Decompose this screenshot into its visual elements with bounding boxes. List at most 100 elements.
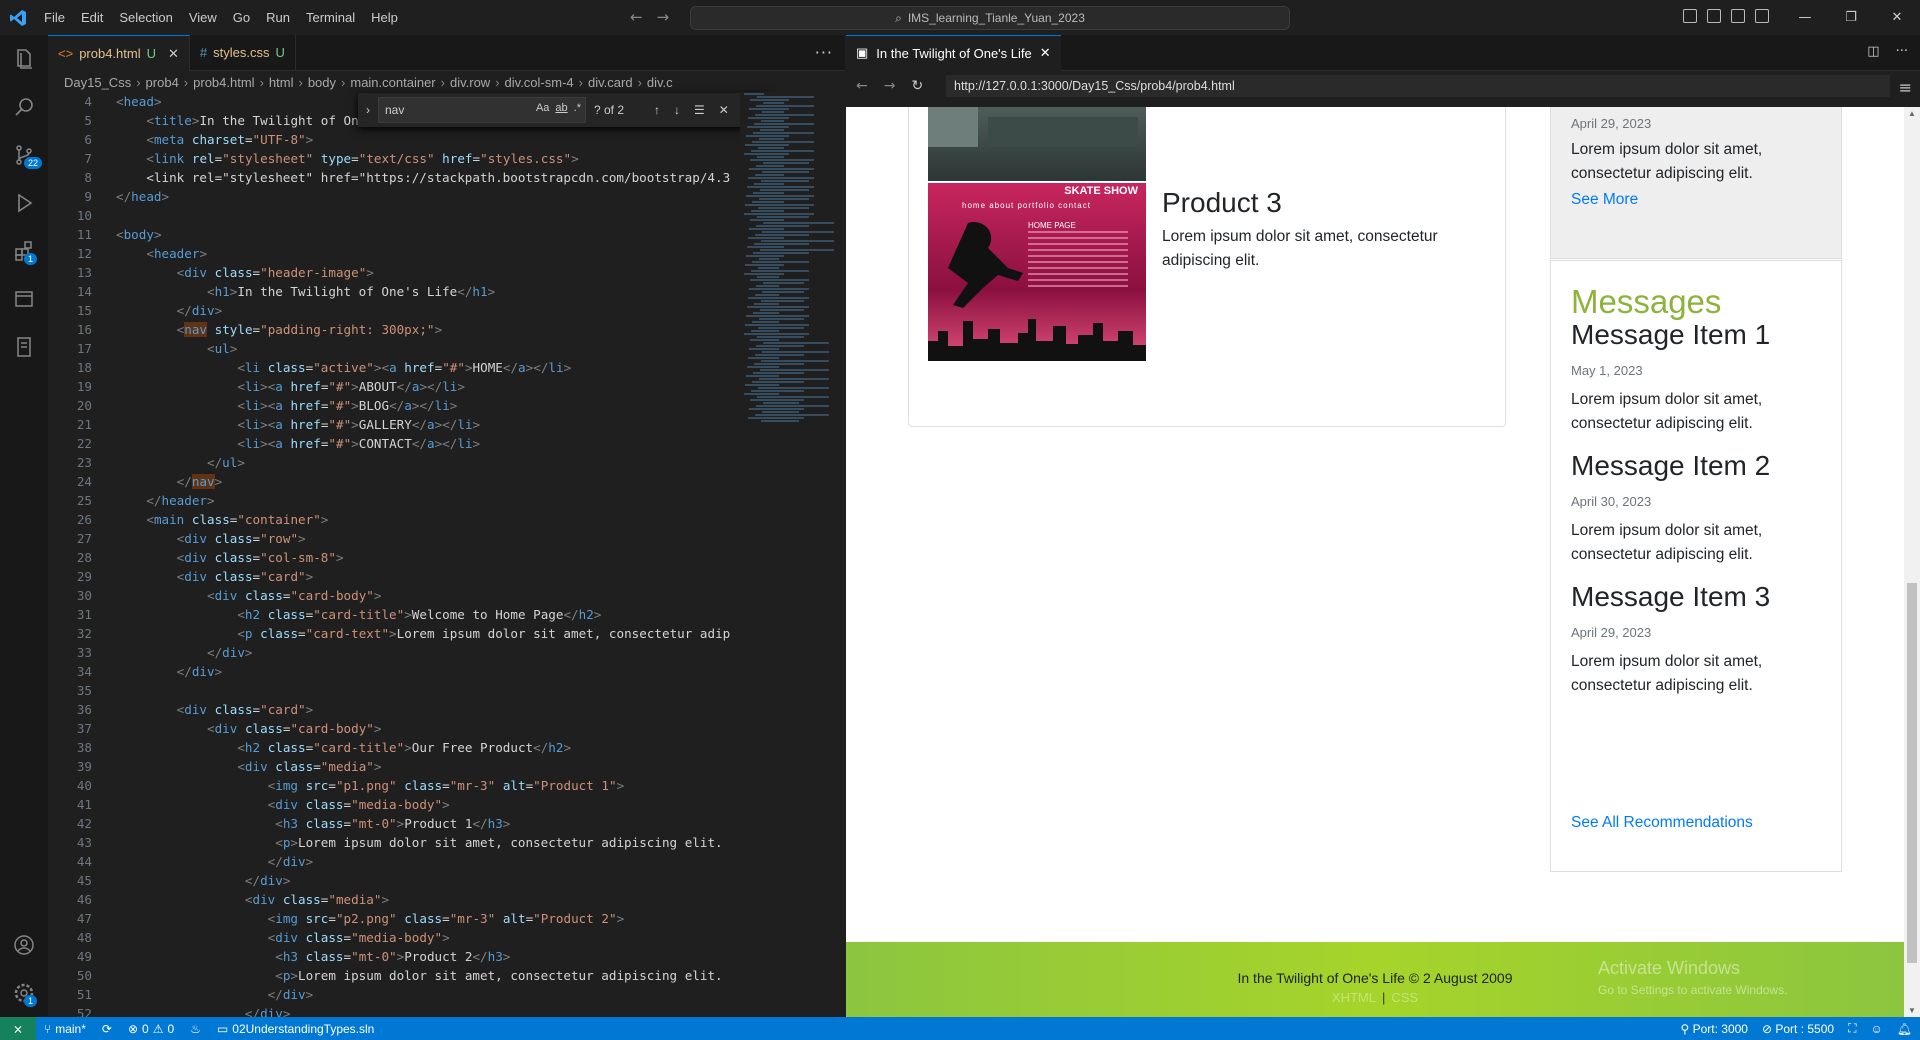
browser-menu-icon[interactable]: ≡ bbox=[1899, 78, 1912, 97]
code-line[interactable]: 52 </div> bbox=[48, 1004, 740, 1017]
code-line[interactable]: 46 <div class="media"> bbox=[48, 890, 740, 909]
menu-edit[interactable]: Edit bbox=[73, 10, 111, 25]
toggle-primary-sidebar-icon[interactable] bbox=[1683, 9, 1697, 23]
see-more-link[interactable]: See More bbox=[1571, 191, 1638, 209]
scroll-down-icon[interactable]: ▼ bbox=[1908, 1006, 1916, 1015]
more-actions-icon[interactable]: ··· bbox=[815, 43, 833, 62]
accounts-icon[interactable] bbox=[0, 921, 48, 969]
close-icon[interactable]: ✕ bbox=[1874, 0, 1920, 35]
code-line[interactable]: 43 <p>Lorem ipsum dolor sit amet, consec… bbox=[48, 833, 740, 852]
code-line[interactable]: 11 <body> bbox=[48, 225, 740, 244]
extensions-icon[interactable]: 1 bbox=[0, 227, 48, 275]
code-line[interactable]: 37 <div class="card-body"> bbox=[48, 719, 740, 738]
split-editor-icon[interactable]: ◫ bbox=[1867, 44, 1879, 59]
minimize-icon[interactable]: — bbox=[1782, 0, 1828, 35]
code-line[interactable]: 41 <div class="media-body"> bbox=[48, 795, 740, 814]
explorer-icon[interactable] bbox=[0, 35, 48, 83]
restore-icon[interactable]: ❐ bbox=[1828, 0, 1874, 35]
code-line[interactable]: 12 <header> bbox=[48, 244, 740, 263]
address-input[interactable]: http://127.0.0.1:3000/Day15_Css/prob4/pr… bbox=[946, 75, 1890, 97]
code-line[interactable]: 15 </div> bbox=[48, 301, 740, 320]
close-find-icon[interactable]: ✕ bbox=[719, 103, 729, 117]
notifications-bell-icon[interactable]: 🔔︎ bbox=[1897, 1022, 1912, 1036]
reload-icon[interactable]: ↻ bbox=[911, 78, 923, 94]
feedback-icon[interactable]: ☺ bbox=[1871, 1022, 1883, 1036]
code-line[interactable]: 18 <li class="active"><a href="#">HOME</… bbox=[48, 358, 740, 377]
xhtml-link[interactable]: XHTML bbox=[1332, 990, 1376, 1005]
scrollbar-thumb[interactable] bbox=[1907, 583, 1917, 963]
menu-view[interactable]: View bbox=[181, 10, 225, 25]
code-line[interactable]: 32 <p class="card-text">Lorem ipsum dolo… bbox=[48, 624, 740, 643]
breadcrumb-item[interactable]: div.card bbox=[588, 75, 633, 90]
copilot-icon[interactable]: ⛶ bbox=[1848, 1021, 1856, 1036]
code-line[interactable]: 38 <h2 class="card-title">Our Free Produ… bbox=[48, 738, 740, 757]
code-line[interactable]: 21 <li><a href="#">GALLERY</a></li> bbox=[48, 415, 740, 434]
remote-indicator-icon[interactable]: ⨯ bbox=[0, 1017, 36, 1040]
css-link[interactable]: CSS bbox=[1391, 990, 1418, 1005]
breadcrumb-item[interactable]: div.row bbox=[450, 75, 490, 90]
menu-terminal[interactable]: Terminal bbox=[298, 10, 363, 25]
notebook-icon[interactable] bbox=[0, 323, 48, 371]
browser-back-icon[interactable]: ← bbox=[856, 78, 868, 94]
breadcrumb-item[interactable]: Day15_Css bbox=[64, 75, 131, 90]
toggle-panel-icon[interactable] bbox=[1707, 9, 1721, 23]
close-preview-tab-icon[interactable]: ✕ bbox=[1040, 45, 1051, 61]
code-line[interactable]: 13 <div class="header-image"> bbox=[48, 263, 740, 282]
code-line[interactable]: 35 bbox=[48, 681, 740, 700]
back-arrow-icon[interactable]: ← bbox=[630, 8, 643, 26]
more-actions-icon[interactable]: ··· bbox=[1896, 44, 1908, 59]
port-5500-indicator[interactable]: ⊘ Port : 5500 bbox=[1762, 1022, 1834, 1036]
settings-gear-icon[interactable]: 1 bbox=[0, 969, 48, 1017]
code-line[interactable]: 25 </header> bbox=[48, 491, 740, 510]
menu-help[interactable]: Help bbox=[363, 10, 406, 25]
code-line[interactable]: 39 <div class="media"> bbox=[48, 757, 740, 776]
see-all-recommendations-link[interactable]: See All Recommendations bbox=[1571, 814, 1753, 832]
code-line[interactable]: 27 <div class="row"> bbox=[48, 529, 740, 548]
menu-go[interactable]: Go bbox=[225, 10, 258, 25]
code-line[interactable]: 47 <img src="p2.png" class="mr-3" alt="P… bbox=[48, 909, 740, 928]
code-line[interactable]: 10 bbox=[48, 206, 740, 225]
tab-preview[interactable]: ▣ In the Twilight of One's Life ✕ bbox=[846, 34, 1061, 71]
breadcrumb-item[interactable]: body bbox=[308, 75, 336, 90]
code-line[interactable]: 19 <li><a href="#">ABOUT</a></li> bbox=[48, 377, 740, 396]
menu-selection[interactable]: Selection bbox=[111, 10, 180, 25]
breadcrumb-item[interactable]: prob4.html bbox=[193, 75, 254, 90]
menu-file[interactable]: File bbox=[36, 10, 73, 25]
code-line[interactable]: 40 <img src="p1.png" class="mr-3" alt="P… bbox=[48, 776, 740, 795]
run-debug-icon[interactable] bbox=[0, 179, 48, 227]
branch-indicator[interactable]: ⑂ main* bbox=[36, 1022, 94, 1036]
breadcrumb-item[interactable]: main.container bbox=[350, 75, 435, 90]
customize-layout-icon[interactable] bbox=[1755, 9, 1769, 23]
page-scrollbar[interactable]: ▲ ▼ bbox=[1904, 107, 1920, 1017]
code-line[interactable]: 50 <p>Lorem ipsum dolor sit amet, consec… bbox=[48, 966, 740, 985]
solution-indicator[interactable]: ▭ 02UnderstandingTypes.sln bbox=[209, 1022, 382, 1036]
scroll-up-icon[interactable]: ▲ bbox=[1908, 109, 1916, 118]
remote-explorer-icon[interactable] bbox=[0, 275, 48, 323]
tab-prob4-html[interactable]: <> prob4.html U ✕ bbox=[48, 35, 190, 71]
code-line[interactable]: 34 </div> bbox=[48, 662, 740, 681]
code-line[interactable]: 24 </nav> bbox=[48, 472, 740, 491]
port-3000-indicator[interactable]: ⚲ Port: 3000 bbox=[1680, 1022, 1748, 1036]
search-view-icon[interactable] bbox=[0, 83, 48, 131]
menu-run[interactable]: Run bbox=[258, 10, 298, 25]
browser-forward-icon[interactable]: → bbox=[884, 78, 896, 94]
code-line[interactable]: 26 <main class="container"> bbox=[48, 510, 740, 529]
code-line[interactable]: 42 <h3 class="mt-0">Product 1</h3> bbox=[48, 814, 740, 833]
code-line[interactable]: 9 </head> bbox=[48, 187, 740, 206]
code-line[interactable]: 49 <h3 class="mt-0">Product 2</h3> bbox=[48, 947, 740, 966]
code-line[interactable]: 6 <meta charset="UTF-8"> bbox=[48, 130, 740, 149]
code-line[interactable]: 23 </ul> bbox=[48, 453, 740, 472]
breadcrumb-item[interactable]: div.c bbox=[647, 75, 673, 90]
forward-arrow-icon[interactable]: → bbox=[657, 8, 670, 26]
code-line[interactable]: 7 <link rel="stylesheet" type="text/css"… bbox=[48, 149, 740, 168]
code-line[interactable]: 8 <link rel="stylesheet" href="https://s… bbox=[48, 168, 740, 187]
match-word-toggle[interactable]: ab bbox=[555, 102, 567, 114]
code-line[interactable]: 30 <div class="card-body"> bbox=[48, 586, 740, 605]
find-in-selection-icon[interactable]: ☰ bbox=[694, 103, 705, 117]
code-line[interactable]: 51 </div> bbox=[48, 985, 740, 1004]
minimap[interactable] bbox=[740, 92, 845, 1017]
flame-icon[interactable]: ♨ bbox=[182, 1022, 209, 1036]
code-line[interactable]: 45 </div> bbox=[48, 871, 740, 890]
problems-indicator[interactable]: ⊗ 0 ⚠ 0 bbox=[120, 1022, 182, 1036]
code-editor[interactable]: 4 <head> 5 <title>In the Twilight of One's… bbox=[48, 92, 740, 1017]
